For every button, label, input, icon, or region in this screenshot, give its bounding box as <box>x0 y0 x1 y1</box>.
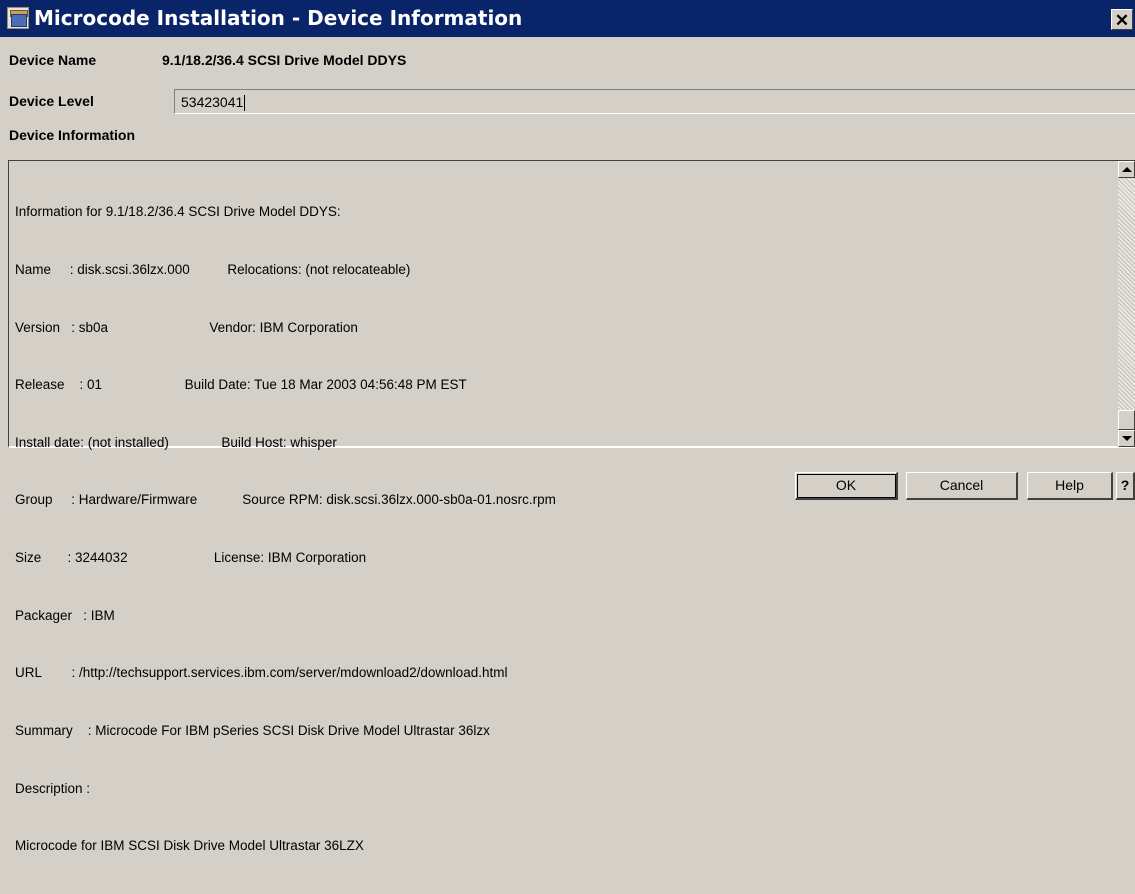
info-line: Description : <box>15 780 91 796</box>
info-line: URL : /http://techsupport.services.ibm.c… <box>15 665 508 681</box>
ok-button[interactable]: OK <box>795 472 898 500</box>
vertical-scrollbar[interactable] <box>1118 161 1135 447</box>
arrow-down-icon[interactable] <box>1118 430 1135 447</box>
device-information-label: Device Information <box>9 127 136 143</box>
device-level-label: Device Level <box>9 93 94 109</box>
device-level-field[interactable]: 53423041 <box>174 89 1135 114</box>
info-line: Microcode for IBM SCSI Disk Drive Model … <box>15 838 364 854</box>
scrollbar-thumb[interactable] <box>1118 410 1135 430</box>
info-line: Name : disk.scsi.36lzx.000 Relocations: … <box>15 262 411 278</box>
device-information-textarea[interactable]: Information for 9.1/18.2/36.4 SCSI Drive… <box>8 160 1135 853</box>
info-line: Size : 3244032 License: IBM Corporation <box>15 550 367 566</box>
package-icon <box>7 7 29 29</box>
title-bar[interactable]: Microcode Installation - Device Informat… <box>0 0 1135 37</box>
device-information-text: Information for 9.1/18.2/36.4 SCSI Drive… <box>15 164 1115 894</box>
window-title: Microcode Installation - Device Informat… <box>34 6 523 30</box>
help-button[interactable]: Help <box>1027 472 1113 500</box>
info-line: Information for 9.1/18.2/36.4 SCSI Drive… <box>15 204 341 220</box>
context-help-button[interactable]: ? <box>1116 472 1135 500</box>
device-level-value: 53423041 <box>181 94 244 110</box>
close-icon: ✕ <box>1114 11 1130 30</box>
arrow-up-icon[interactable] <box>1118 161 1135 178</box>
device-name-value: 9.1/18.2/36.4 SCSI Drive Model DDYS <box>162 52 407 68</box>
text-caret <box>244 95 246 112</box>
info-line: Packager : IBM <box>15 607 115 623</box>
close-button[interactable]: ✕ <box>1111 9 1133 30</box>
info-line: Summary : Microcode For IBM pSeries SCSI… <box>15 722 490 738</box>
info-line: Install date: (not installed) Build Host… <box>15 434 337 450</box>
cancel-button[interactable]: Cancel <box>906 472 1018 500</box>
info-line: Version : sb0a Vendor: IBM Corporation <box>15 319 358 335</box>
device-name-label: Device Name <box>9 52 97 68</box>
info-line: Release : 01 Build Date: Tue 18 Mar 2003… <box>15 377 467 393</box>
